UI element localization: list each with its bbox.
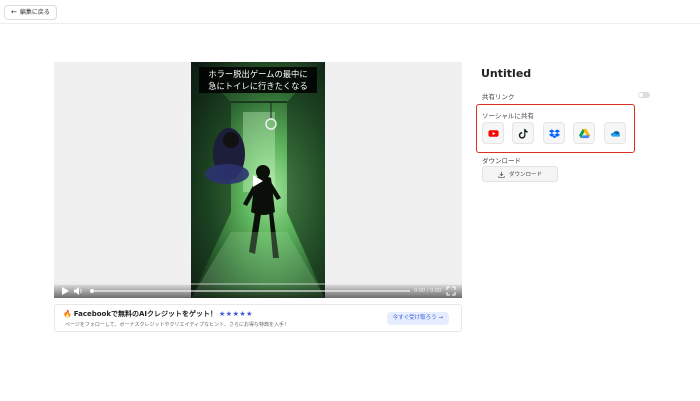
progress-bar[interactable] <box>54 283 462 285</box>
caption-line-2: 急にトイレに行きたくなる <box>208 81 308 91</box>
download-section-label: ダウンロード <box>482 157 521 165</box>
social-share-label: ソーシャルに共有 <box>482 112 534 120</box>
player-controls: 0:00 / 0:00 <box>54 282 462 298</box>
share-link-label: 共有リンク <box>482 93 515 101</box>
google-drive-share-button[interactable] <box>573 122 595 144</box>
star-rating: ★★★★★ <box>219 310 253 318</box>
back-to-edit-label: 編集に戻る <box>19 9 50 16</box>
video-player[interactable]: ホラー脱出ゲームの最中に 急にトイレに行きたくなる 0:00 / 0:00 <box>54 62 462 298</box>
download-button-label: ダウンロード <box>508 172 542 178</box>
onedrive-icon <box>610 130 620 137</box>
download-icon <box>498 171 505 178</box>
fire-icon: 🔥 <box>63 310 72 318</box>
download-button[interactable]: ダウンロード <box>482 166 558 182</box>
video-caption: ホラー脱出ゲームの最中に 急にトイレに行きたくなる <box>199 67 317 93</box>
tiktok-share-button[interactable] <box>512 122 534 144</box>
fullscreen-icon[interactable] <box>446 286 456 296</box>
volume-icon[interactable] <box>73 286 83 296</box>
promo-description: ページをフォローして、ボーナスクレジットやクリエイティブなヒント、さらにお得な特… <box>65 322 290 328</box>
time-display: 0:00 / 0:00 <box>414 288 442 294</box>
share-link-toggle[interactable] <box>638 92 650 98</box>
onedrive-share-button[interactable] <box>604 122 626 144</box>
claim-now-button[interactable]: 今すぐ受け取ろう → <box>386 312 449 325</box>
google-drive-icon <box>578 128 590 138</box>
youtube-icon <box>487 129 499 137</box>
back-to-edit-button[interactable]: ← 編集に戻る <box>4 5 57 20</box>
play-icon[interactable] <box>250 174 264 188</box>
arrow-left-icon: ← <box>11 8 17 16</box>
promo-title: 🔥 Facebookで無料のAIクレジットをゲット！ ★★★★★ <box>63 309 253 319</box>
tiktok-icon <box>518 128 528 139</box>
facebook-promo-banner: 🔥 Facebookで無料のAIクレジットをゲット！ ★★★★★ ページをフォロ… <box>54 304 462 332</box>
project-title: Untitled <box>481 67 532 80</box>
top-bar: ← 編集に戻る <box>0 0 700 24</box>
youtube-share-button[interactable] <box>482 122 504 144</box>
seek-track[interactable] <box>94 290 410 292</box>
caption-line-1: ホラー脱出ゲームの最中に <box>208 69 308 79</box>
promo-title-text: Facebookで無料のAIクレジットをゲット！ <box>73 310 218 318</box>
dropbox-icon <box>548 128 560 138</box>
play-button-icon[interactable] <box>60 286 70 296</box>
dropbox-share-button[interactable] <box>543 122 565 144</box>
